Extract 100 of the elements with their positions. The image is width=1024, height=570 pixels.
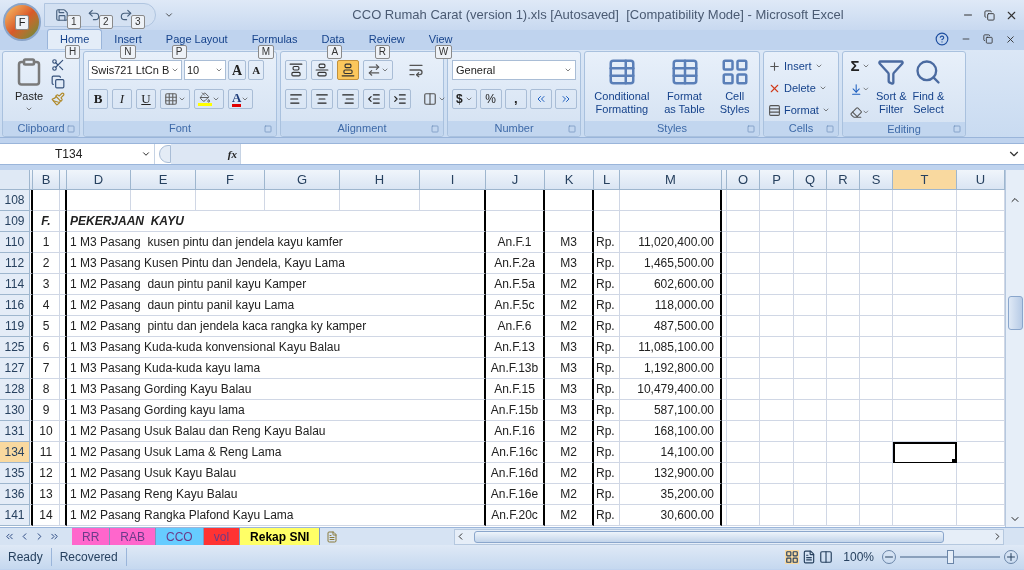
column-header[interactable]: E (131, 170, 196, 190)
column-header[interactable]: P (760, 170, 794, 190)
scissors-icon[interactable] (51, 58, 65, 72)
paste-button[interactable]: Paste (7, 56, 51, 121)
formula-bar-handle[interactable] (159, 145, 171, 163)
column-header[interactable]: T (893, 170, 957, 190)
cells-button[interactable]: Insert (768, 56, 830, 76)
cells-button[interactable]: Format (768, 100, 830, 120)
column-header[interactable]: M (620, 170, 722, 190)
column-header[interactable]: B (33, 170, 60, 190)
decrease-indent-button[interactable] (363, 89, 385, 109)
sheet-tab[interactable]: CCO (156, 528, 204, 545)
quick-access-button[interactable] (53, 6, 71, 24)
editing-button[interactable]: Find & Select (909, 56, 948, 122)
row-header[interactable]: 135 (0, 463, 30, 484)
restore-icon[interactable] (984, 9, 995, 21)
row-header[interactable]: 114 (0, 274, 30, 295)
increase-indent-button[interactable] (389, 89, 411, 109)
column-header[interactable] (60, 170, 67, 190)
column-header[interactable]: F (196, 170, 265, 190)
row-header[interactable]: 119 (0, 316, 30, 337)
normal-view-icon[interactable] (785, 550, 800, 564)
decrease-decimal-button[interactable] (554, 89, 577, 109)
row-header[interactable]: 109 (0, 211, 30, 232)
row-header[interactable]: 116 (0, 295, 30, 316)
page-layout-view-icon[interactable] (802, 550, 817, 564)
row-header[interactable]: 108 (0, 190, 30, 211)
close-icon[interactable] (1005, 33, 1016, 45)
row-header[interactable]: 130 (0, 400, 30, 421)
row-header[interactable]: 127 (0, 358, 30, 379)
column-header[interactable]: R (827, 170, 860, 190)
last-sheet-icon[interactable] (49, 531, 60, 542)
editing-button[interactable]: Sort & Filter (873, 56, 910, 122)
page-break-view-icon[interactable] (819, 550, 834, 564)
column-header[interactable]: K (545, 170, 594, 190)
row-header[interactable]: 131 (0, 421, 30, 442)
zoom-in-icon[interactable] (1004, 550, 1018, 564)
number-format-field[interactable]: General (452, 60, 576, 80)
underline-button[interactable]: U (136, 89, 156, 109)
font-color-button[interactable]: A (228, 89, 254, 109)
column-header[interactable]: S (860, 170, 893, 190)
currency-button[interactable]: $ (452, 89, 477, 109)
column-header[interactable]: H (340, 170, 420, 190)
copy-icon[interactable] (51, 75, 65, 89)
column-header[interactable]: O (727, 170, 760, 190)
style-button[interactable]: Cell Styles (719, 56, 750, 121)
restore-icon[interactable] (983, 34, 993, 44)
row-header[interactable]: 128 (0, 379, 30, 400)
vertical-scrollbar[interactable] (1005, 170, 1024, 527)
keytip: N (120, 45, 136, 59)
column-header[interactable] (30, 170, 33, 190)
insert-function-button[interactable]: fx (171, 144, 241, 164)
percent-button[interactable]: % (479, 89, 502, 109)
first-sheet-icon[interactable] (4, 531, 15, 542)
orientation-button[interactable] (363, 60, 393, 80)
row-header[interactable]: 110 (0, 232, 30, 253)
font-name-field[interactable]: Swis721 LtCn B (88, 60, 182, 80)
help-icon[interactable] (935, 32, 949, 46)
scroll-thumb[interactable] (474, 530, 944, 543)
column-header[interactable]: D (67, 170, 131, 190)
column-header[interactable]: Q (794, 170, 827, 190)
customize-caret-icon[interactable] (164, 10, 174, 20)
italic-button[interactable]: I (112, 89, 132, 109)
zoom-slider[interactable] (900, 550, 1000, 564)
bold-button[interactable]: B (88, 89, 108, 109)
row-header[interactable]: 112 (0, 253, 30, 274)
row-header[interactable]: 134 (0, 442, 30, 463)
column-header[interactable] (722, 170, 727, 190)
row-header[interactable]: 136 (0, 484, 30, 505)
table-cell: 1 M3 Pasang kusen pintu dan jendela kayu kamfer (67, 232, 486, 253)
horizontal-scrollbar[interactable] (454, 528, 1004, 545)
cells-button[interactable]: Delete (768, 78, 830, 98)
align-left-button[interactable] (285, 89, 307, 109)
row-header[interactable]: 141 (0, 505, 30, 526)
keytip: 1 (67, 15, 81, 29)
name-box[interactable]: T134 (0, 144, 155, 164)
comma-button[interactable]: , (504, 89, 527, 109)
font-size-field[interactable]: 10 (184, 60, 226, 80)
column-header[interactable]: J (486, 170, 545, 190)
column-header[interactable]: G (265, 170, 340, 190)
sheet-tab[interactable]: Rekap SNI (240, 528, 321, 545)
table-cell (727, 295, 760, 316)
grow-font-button[interactable]: A (228, 60, 247, 80)
style-button[interactable]: Format as Table (664, 56, 705, 121)
column-header[interactable]: L (594, 170, 620, 190)
column-header[interactable]: U (957, 170, 1005, 190)
zoom-thumb[interactable] (947, 550, 954, 564)
autosum-button[interactable]: Σ (847, 56, 873, 76)
style-button[interactable]: Conditional Formatting (594, 56, 650, 121)
align-right-button[interactable] (337, 89, 359, 109)
shrink-font-button[interactable]: A (248, 60, 265, 80)
column-header[interactable]: I (420, 170, 486, 190)
zoom-level[interactable]: 100% (843, 548, 882, 566)
borders-button[interactable] (160, 89, 190, 109)
selected-cell[interactable] (893, 442, 957, 463)
scroll-thumb[interactable] (1007, 296, 1023, 330)
increase-decimal-button[interactable] (529, 89, 552, 109)
align-center-button[interactable] (311, 89, 333, 109)
fill-color-button[interactable] (194, 89, 224, 109)
row-header[interactable]: 125 (0, 337, 30, 358)
